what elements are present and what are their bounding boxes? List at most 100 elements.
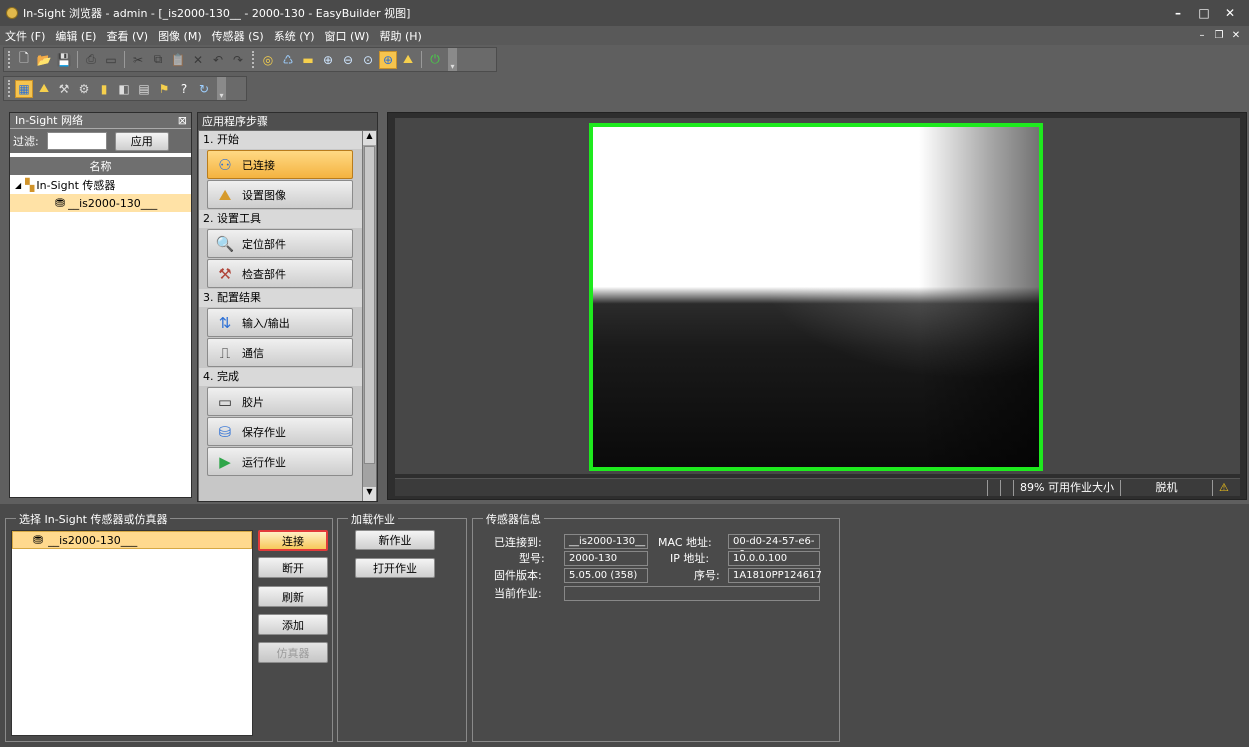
- add-button[interactable]: 添加: [258, 614, 328, 635]
- print-icon[interactable]: ⎙: [82, 51, 100, 69]
- zoom-fit-icon[interactable]: ⊙: [359, 51, 377, 69]
- apply-button[interactable]: 应用: [114, 131, 169, 151]
- step-label: 通信: [242, 346, 264, 360]
- zoom-icon[interactable]: ⊕: [319, 51, 337, 69]
- mac-value: 00-d0-24-57-e6-c6: [728, 534, 820, 560]
- camera-icon[interactable]: ▬: [299, 51, 317, 69]
- menu-system[interactable]: 系统 (Y): [269, 28, 320, 44]
- scroll-down-icon[interactable]: ▼: [363, 487, 376, 501]
- tree-sensor-label: __is2000-130___: [68, 196, 158, 210]
- scroll-up-icon[interactable]: ▲: [363, 131, 376, 145]
- connected-value: __is2000-130__: [564, 534, 648, 549]
- trigger-icon[interactable]: ◎: [259, 51, 277, 69]
- step-inputs-outputs[interactable]: ⇅ 输入/输出: [207, 308, 353, 337]
- sensor-list[interactable]: ⛃ __is2000-130___: [11, 530, 253, 736]
- section-finish: 4. 完成: [199, 368, 364, 386]
- menu-window[interactable]: 窗口 (W): [320, 28, 375, 44]
- zoom-out-icon[interactable]: ⊖: [339, 51, 357, 69]
- name-column-header[interactable]: 名称: [10, 157, 191, 176]
- save-icon[interactable]: 💾: [55, 51, 73, 69]
- disconnect-button[interactable]: 断开: [258, 557, 328, 578]
- menu-file[interactable]: 文件 (F): [0, 28, 50, 44]
- toolbar-grip[interactable]: [252, 51, 255, 68]
- cut-icon[interactable]: ✂: [129, 51, 147, 69]
- open-job-button[interactable]: 打开作业: [355, 558, 435, 578]
- paste-icon[interactable]: 📋: [169, 51, 187, 69]
- new-job-button[interactable]: 新作业: [355, 530, 435, 550]
- minimize-button[interactable]: –: [1165, 6, 1191, 20]
- toolbar-grip[interactable]: [8, 80, 11, 97]
- menu-image[interactable]: 图像 (M): [153, 28, 207, 44]
- filter-row: 过滤: 应用: [10, 129, 191, 153]
- maximize-button[interactable]: □: [1191, 6, 1217, 20]
- image-icon[interactable]: ⛰: [35, 80, 53, 98]
- setup-image-icon: ⛰: [218, 185, 232, 204]
- sensor-list-item[interactable]: ⛃ __is2000-130___: [12, 531, 252, 549]
- toolbar-overflow-icon[interactable]: ▾: [448, 48, 457, 71]
- save-job-icon: ⛁: [218, 422, 232, 441]
- mdi-minimize-button[interactable]: –: [1195, 30, 1209, 41]
- filmstrip-icon[interactable]: ▤: [135, 80, 153, 98]
- step-inspect-part[interactable]: ⚒ 检查部件: [207, 259, 353, 288]
- open-folder-icon[interactable]: 📂: [35, 51, 53, 69]
- window-title: In-Sight 浏览器 - admin - [_is2000-130__ - …: [23, 7, 411, 20]
- step-save-job[interactable]: ⛁ 保存作业: [207, 417, 353, 446]
- step-label: 输入/输出: [242, 316, 290, 330]
- job-icon[interactable]: ◧: [115, 80, 133, 98]
- connected-icon: ⚇: [218, 155, 232, 174]
- image-status-bar: 89% 可用作业大小 脱机 ⚠: [395, 478, 1240, 496]
- flag-icon[interactable]: ⚑: [155, 80, 173, 98]
- zoom-fill-icon[interactable]: ⊕: [379, 50, 397, 69]
- settings-icon[interactable]: ⚙: [75, 80, 93, 98]
- panel-close-icon[interactable]: ⊠: [178, 113, 187, 128]
- menu-edit[interactable]: 编辑 (E): [50, 28, 101, 44]
- mdi-close-button[interactable]: ✕: [1229, 30, 1243, 41]
- mdi-restore-button[interactable]: ❐: [1212, 30, 1226, 41]
- io-icon[interactable]: ▮: [95, 80, 113, 98]
- print-preview-icon[interactable]: ▭: [102, 51, 120, 69]
- delete-icon[interactable]: ✕: [189, 51, 207, 69]
- menu-sensor[interactable]: 传感器 (S): [207, 28, 269, 44]
- section-configure-results: 3. 配置结果: [199, 289, 364, 307]
- new-file-icon[interactable]: 🗋: [15, 51, 33, 69]
- scroll-thumb[interactable]: [364, 146, 375, 464]
- step-connected[interactable]: ⚇ 已连接: [207, 150, 353, 179]
- tools-icon[interactable]: ⚒: [55, 80, 73, 98]
- refresh-button[interactable]: 刷新: [258, 586, 328, 607]
- camera-image[interactable]: [589, 123, 1043, 471]
- main-toolbar: 🗋 📂 💾 ⎙ ▭ ✂ ⧉ 📋 ✕ ↶ ↷ ◎ ♺ ▬ ⊕ ⊖ ⊙ ⊕ ⛰ ⏻ …: [3, 47, 497, 72]
- steps-scrollbar[interactable]: ▲ ▼: [362, 131, 376, 501]
- copy-icon[interactable]: ⧉: [149, 51, 167, 69]
- online-status[interactable]: 脱机: [1120, 479, 1212, 496]
- firmware-value: 5.05.00 (358): [564, 568, 648, 583]
- image-settings-icon[interactable]: ⛰: [399, 51, 417, 69]
- live-video-icon[interactable]: ♺: [279, 51, 297, 69]
- step-run-job[interactable]: ▶ 运行作业: [207, 447, 353, 476]
- redo-icon[interactable]: ↷: [229, 51, 247, 69]
- step-locate-part[interactable]: 🔍 定位部件: [207, 229, 353, 258]
- network-icon[interactable]: ▦: [15, 79, 33, 98]
- tree-root-sensors[interactable]: ◢ ▚ In-Sight 传感器: [10, 176, 191, 194]
- online-power-icon[interactable]: ⏻: [426, 51, 444, 69]
- model-label: 型号:: [519, 552, 545, 565]
- step-label: 定位部件: [242, 237, 286, 251]
- warning-icon[interactable]: ⚠: [1212, 479, 1240, 496]
- close-button[interactable]: ✕: [1217, 6, 1243, 20]
- tree-item-sensor[interactable]: ⛃ __is2000-130___: [10, 194, 191, 212]
- menu-view[interactable]: 查看 (V): [101, 28, 153, 44]
- emulator-button[interactable]: 仿真器: [258, 642, 328, 663]
- menu-help[interactable]: 帮助 (H): [374, 28, 426, 44]
- connect-button[interactable]: 连接: [258, 530, 328, 551]
- filmstrip-icon: ▭: [217, 392, 233, 411]
- app-icon: [6, 7, 18, 19]
- step-setup-image[interactable]: ⛰ 设置图像: [207, 180, 353, 209]
- step-filmstrip[interactable]: ▭ 胶片: [207, 387, 353, 416]
- undo-icon[interactable]: ↶: [209, 51, 227, 69]
- help-icon[interactable]: ?: [175, 80, 193, 98]
- toolbar-grip[interactable]: [8, 51, 11, 68]
- expand-icon[interactable]: ◢: [15, 181, 21, 190]
- step-communication[interactable]: ⎍ 通信: [207, 338, 353, 367]
- reload-icon[interactable]: ↻: [195, 80, 213, 98]
- toolbar-overflow-icon[interactable]: ▾: [217, 77, 226, 100]
- filter-input[interactable]: [46, 132, 107, 150]
